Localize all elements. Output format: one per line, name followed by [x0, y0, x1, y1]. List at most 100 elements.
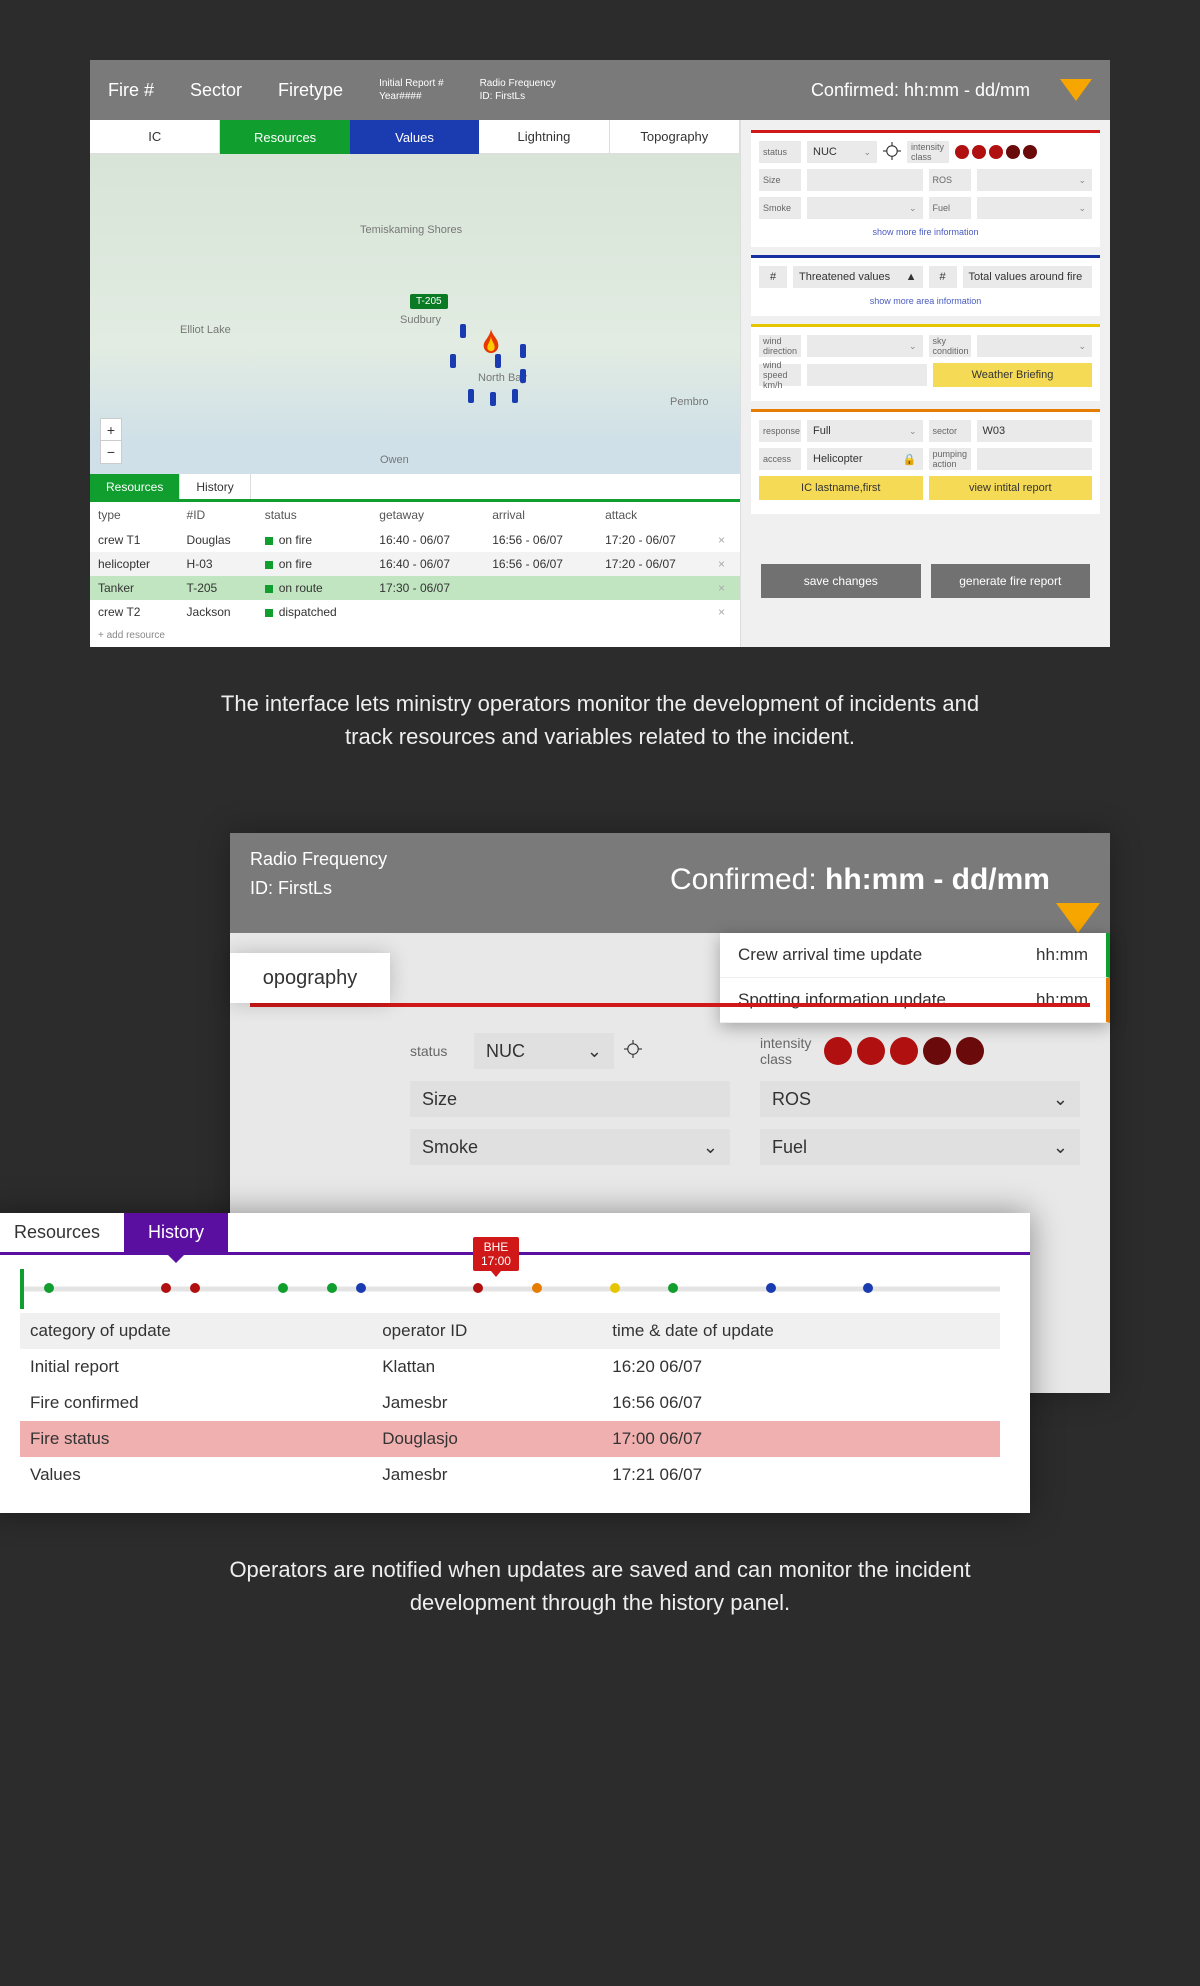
timeline-dot[interactable] — [610, 1283, 620, 1293]
timeline-dot[interactable] — [668, 1283, 678, 1293]
add-resource-link[interactable]: + add resource — [90, 624, 740, 647]
fire-icon — [480, 329, 502, 357]
map-label: Pembro — [670, 396, 709, 408]
history-row[interactable]: Fire statusDouglasjo17:00 06/07 — [20, 1421, 1000, 1457]
timeline-dot[interactable] — [473, 1283, 483, 1293]
timeline-dot[interactable] — [356, 1283, 366, 1293]
sky-condition-select[interactable]: ⌄ — [977, 335, 1093, 357]
history-row[interactable]: Initial reportKlattan16:20 06/07 — [20, 1349, 1000, 1385]
status-select[interactable]: NUC⌄ — [474, 1033, 614, 1069]
fuel-select[interactable]: Fuel⌄ — [760, 1129, 1080, 1165]
bhe-time-marker: BHE17:00 — [473, 1237, 519, 1271]
wind-speed-label: wind speed km/h — [759, 364, 801, 386]
subtab-resources[interactable]: Resources — [0, 1213, 124, 1252]
size-input[interactable]: Size — [410, 1081, 730, 1117]
total-values-field[interactable]: Total values around fire — [963, 266, 1093, 288]
subtab-history[interactable]: History — [124, 1213, 228, 1252]
pumping-input[interactable] — [977, 448, 1093, 470]
resource-map-tag[interactable]: T-205 — [410, 294, 448, 309]
threatened-values-field[interactable]: Threatened values▲ — [793, 266, 923, 288]
dropdown-triangle-icon[interactable] — [1060, 79, 1092, 101]
zoom-in-button[interactable]: + — [101, 419, 121, 441]
resource-marker[interactable] — [490, 392, 496, 406]
timeline-dot[interactable] — [766, 1283, 776, 1293]
status-select[interactable]: NUC⌄ — [807, 141, 877, 163]
subtab-history[interactable]: History — [180, 474, 250, 499]
show-more-fire-link[interactable]: show more fire information — [759, 225, 1092, 239]
zoom-out-button[interactable]: − — [101, 441, 121, 463]
generate-report-button[interactable]: generate fire report — [931, 564, 1091, 598]
size-input[interactable] — [807, 169, 923, 191]
smoke-select[interactable]: Smoke⌄ — [410, 1129, 730, 1165]
timeline-dot[interactable] — [190, 1283, 200, 1293]
intensity-label: intensity class — [907, 141, 949, 163]
fuel-select[interactable]: ⌄ — [977, 197, 1093, 219]
notification-item[interactable]: Crew arrival time update hh:mm — [720, 933, 1110, 978]
status-label: status — [410, 1043, 464, 1059]
tab-topography[interactable]: Topography — [610, 120, 740, 154]
intensity-class-dots[interactable] — [955, 145, 1037, 159]
resource-marker[interactable] — [468, 389, 474, 403]
ros-label: ROS — [929, 169, 971, 191]
sector-label: sector — [929, 420, 971, 442]
table-row[interactable]: crew T2Jacksondispatched× — [90, 600, 740, 624]
resource-marker[interactable] — [520, 369, 526, 383]
tab-topography-cropped[interactable]: opography — [230, 953, 390, 1003]
history-timeline[interactable]: BHE17:00 — [20, 1269, 1000, 1309]
history-row[interactable]: ValuesJamesbr17:21 06/07 — [20, 1457, 1000, 1493]
confirmed-timestamp: Confirmed: hh:mm - dd/mm — [793, 60, 1048, 120]
initial-report-header: Initial Report # Year#### — [361, 60, 461, 120]
pumping-label: pumping action — [929, 448, 971, 470]
radio-frequency-header: Radio Frequency ID: FirstLs — [462, 60, 574, 120]
resource-marker[interactable] — [460, 324, 466, 338]
timeline-dot[interactable] — [161, 1283, 171, 1293]
size-label: Size — [759, 169, 801, 191]
dropdown-triangle-icon[interactable] — [1056, 903, 1100, 933]
timeline-dot[interactable] — [327, 1283, 337, 1293]
timeline-dot[interactable] — [44, 1283, 54, 1293]
col-getaway: getaway — [371, 502, 484, 528]
timeline-dot[interactable] — [863, 1283, 873, 1293]
table-row[interactable]: helicopterH-03on fire16:40 - 06/0716:56 … — [90, 552, 740, 576]
wind-direction-select[interactable]: ⌄ — [807, 335, 923, 357]
resource-marker[interactable] — [450, 354, 456, 368]
history-row[interactable]: Fire confirmedJamesbr16:56 06/07 — [20, 1385, 1000, 1421]
map-label: Owen — [380, 454, 409, 466]
timeline-dot[interactable] — [278, 1283, 288, 1293]
weather-briefing-button[interactable]: Weather Briefing — [933, 363, 1092, 387]
sector-value: W03 — [977, 420, 1093, 442]
timeline-dot[interactable] — [532, 1283, 542, 1293]
response-select[interactable]: Full⌄ — [807, 420, 923, 442]
show-more-area-link[interactable]: show more area information — [759, 294, 1092, 308]
crosshair-icon[interactable] — [624, 1040, 642, 1063]
notification-item[interactable]: Spotting information update hh:mm — [720, 978, 1110, 1023]
resource-marker[interactable] — [512, 389, 518, 403]
table-row[interactable]: TankerT-205on route17:30 - 06/07× — [90, 576, 740, 600]
subtab-resources[interactable]: Resources — [90, 474, 180, 499]
col-attack: attack — [597, 502, 710, 528]
map-label: Elliot Lake — [180, 324, 231, 336]
tab-lightning[interactable]: Lightning — [479, 120, 609, 154]
map-label: Sudbury — [400, 314, 441, 326]
tab-values[interactable]: Values — [350, 120, 479, 154]
incident-monitor-screenshot: Fire # Sector Firetype Initial Report # … — [90, 60, 1110, 647]
view-initial-report-button[interactable]: view intital report — [929, 476, 1093, 500]
intensity-class-dots[interactable] — [824, 1037, 984, 1065]
tab-ic[interactable]: IC — [90, 120, 220, 154]
incident-map[interactable]: Temiskaming Shores Sudbury Elliot Lake N… — [90, 154, 740, 474]
wind-speed-input[interactable] — [807, 364, 927, 386]
save-changes-button[interactable]: save changes — [761, 564, 921, 598]
col-operator: operator ID — [372, 1313, 602, 1349]
resource-marker[interactable] — [495, 354, 501, 368]
resource-marker[interactable] — [520, 344, 526, 358]
sky-condition-label: sky condition — [929, 335, 971, 357]
history-notification-screenshot: Radio Frequency ID: FirstLs Confirmed: h… — [90, 833, 1110, 1513]
ic-name-button[interactable]: IC lastname,first — [759, 476, 923, 500]
crosshair-icon[interactable] — [883, 142, 901, 163]
table-row[interactable]: crew T1Douglason fire16:40 - 06/0716:56 … — [90, 528, 740, 552]
caption-2: Operators are notified when updates are … — [200, 1553, 1000, 1619]
ros-select[interactable]: ROS⌄ — [760, 1081, 1080, 1117]
smoke-select[interactable]: ⌄ — [807, 197, 923, 219]
ros-select[interactable]: ⌄ — [977, 169, 1093, 191]
tab-resources[interactable]: Resources — [220, 120, 349, 154]
